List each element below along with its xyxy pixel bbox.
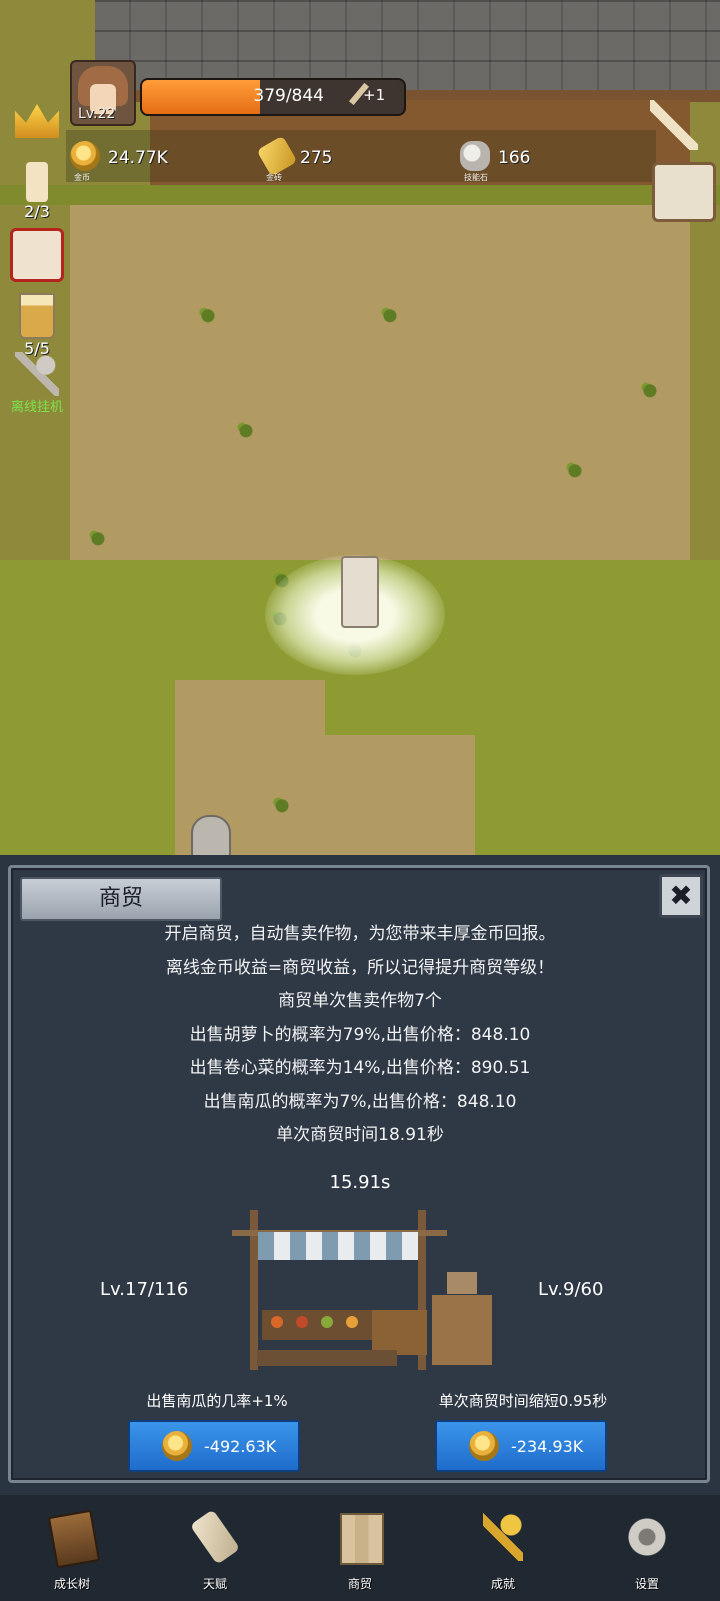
desc-line: 开启商贸，自动售卖作物，为您带来丰厚金币回报。	[164, 924, 556, 944]
gold-bar-icon	[256, 135, 298, 177]
trade-timer: 15.91s	[329, 1172, 391, 1193]
player-level: Lv.22	[78, 106, 116, 122]
cup-button[interactable]: 5/5	[8, 293, 66, 358]
upgrade-1-button[interactable]: -492.63K	[128, 1420, 300, 1472]
nav-label: 设置	[634, 1577, 659, 1591]
pickaxe-icon[interactable]	[650, 100, 698, 150]
crop-sprout[interactable]	[272, 795, 292, 813]
crop-sprout[interactable]	[198, 305, 218, 323]
close-button[interactable]: ✖	[659, 874, 703, 918]
gear-icon	[623, 1513, 671, 1561]
scroll-icon	[189, 1509, 241, 1565]
gold-key-icon	[483, 1513, 523, 1561]
vip-button[interactable]	[8, 104, 66, 138]
dice-icon	[10, 228, 64, 282]
map-icon	[340, 1513, 384, 1565]
book-icon	[47, 1509, 101, 1569]
dirt-field	[70, 205, 690, 560]
coins-value: 24.77K	[108, 148, 168, 168]
crop-sprout[interactable]	[565, 460, 585, 478]
house-roof	[95, 0, 720, 90]
cup-icon	[19, 293, 55, 339]
upgrade-2-button[interactable]: -234.93K	[435, 1420, 607, 1472]
nav-label: 天赋	[202, 1577, 227, 1591]
resource-coins: 24.77K 金币	[70, 138, 190, 182]
coin-icon	[70, 141, 100, 171]
upgrade-1-label: 出售南瓜的几率+1%	[146, 1392, 288, 1410]
upgrade-2-label: 单次商贸时间缩短0.95秒	[438, 1392, 608, 1410]
candle-count: 2/3	[24, 202, 50, 221]
candle-icon	[26, 162, 48, 202]
xp-bonus: +1	[363, 86, 386, 104]
xp-text: 379/844	[253, 86, 324, 106]
crop-sprout[interactable]	[236, 420, 256, 438]
treasure-chest-icon[interactable]	[652, 162, 716, 222]
grass-strip	[0, 185, 720, 205]
nav-talent[interactable]: 天赋	[165, 1505, 265, 1595]
desc-line: 出售胡萝卜的概率为79%,出售价格：848.10	[189, 1024, 531, 1045]
skill-stones-value: 166	[498, 148, 531, 168]
nav-achievements[interactable]: 成就	[453, 1505, 553, 1595]
hooded-npc[interactable]	[191, 815, 231, 855]
desc-line: 单次商贸时间18.91秒	[276, 1125, 444, 1145]
upgrade-2-cost: -234.93K	[511, 1437, 584, 1456]
dice-button[interactable]	[8, 228, 66, 282]
crown-icon	[15, 104, 59, 138]
gold-bars-value: 275	[300, 148, 333, 168]
nav-growth-tree[interactable]: 成长树	[22, 1505, 122, 1595]
dirt-path-2	[325, 735, 475, 855]
resource-skill-stones: 166 技能石	[460, 138, 560, 182]
desc-line: 出售南瓜的概率为7%,出售价格：848.10	[203, 1091, 517, 1112]
skill-stones-label: 技能石	[464, 173, 488, 182]
upgrade-1-cost: -492.63K	[204, 1437, 277, 1456]
coin-icon	[469, 1431, 499, 1461]
coins-label: 金币	[74, 173, 90, 182]
nav-trade[interactable]: 商贸	[310, 1505, 410, 1595]
resource-gold-bars: 275 金砖	[256, 135, 362, 182]
market-stall-icon	[232, 1210, 492, 1370]
nav-label: 商贸	[347, 1577, 372, 1591]
idle-label: 离线挂机	[10, 400, 63, 415]
desc-line: 商贸单次售卖作物7个	[278, 991, 442, 1011]
skill-stone-icon	[460, 141, 490, 171]
panel-title: 商贸	[20, 877, 222, 921]
crop-sprout[interactable]	[380, 305, 400, 323]
candle-button[interactable]: 2/3	[8, 162, 66, 221]
desc-line: 出售卷心菜的概率为14%,出售价格：890.51	[189, 1058, 531, 1078]
desc-line: 离线金币收益=商贸收益，所以记得提升商贸等级！	[165, 957, 555, 978]
idle-button[interactable]: 离线挂机	[4, 352, 70, 415]
crop-sprout[interactable]	[88, 528, 108, 546]
gold-bars-label: 金砖	[266, 173, 282, 182]
left-upgrade-level: Lv.17/116	[100, 1279, 189, 1300]
nav-label: 成就	[490, 1577, 515, 1591]
key-icon	[15, 352, 59, 396]
tombstone-npc[interactable]	[341, 556, 379, 628]
crop-sprout[interactable]	[640, 380, 660, 398]
trade-description: 开启商贸，自动售卖作物，为您带来丰厚金币回报。 离线金币收益=商贸收益，所以记得…	[0, 918, 720, 1153]
game-scene[interactable]	[0, 0, 720, 855]
right-upgrade-level: Lv.9/60	[538, 1279, 604, 1300]
coin-icon	[162, 1431, 192, 1461]
nav-label: 成长树	[53, 1577, 90, 1591]
nav-settings[interactable]: 设置	[597, 1505, 697, 1595]
